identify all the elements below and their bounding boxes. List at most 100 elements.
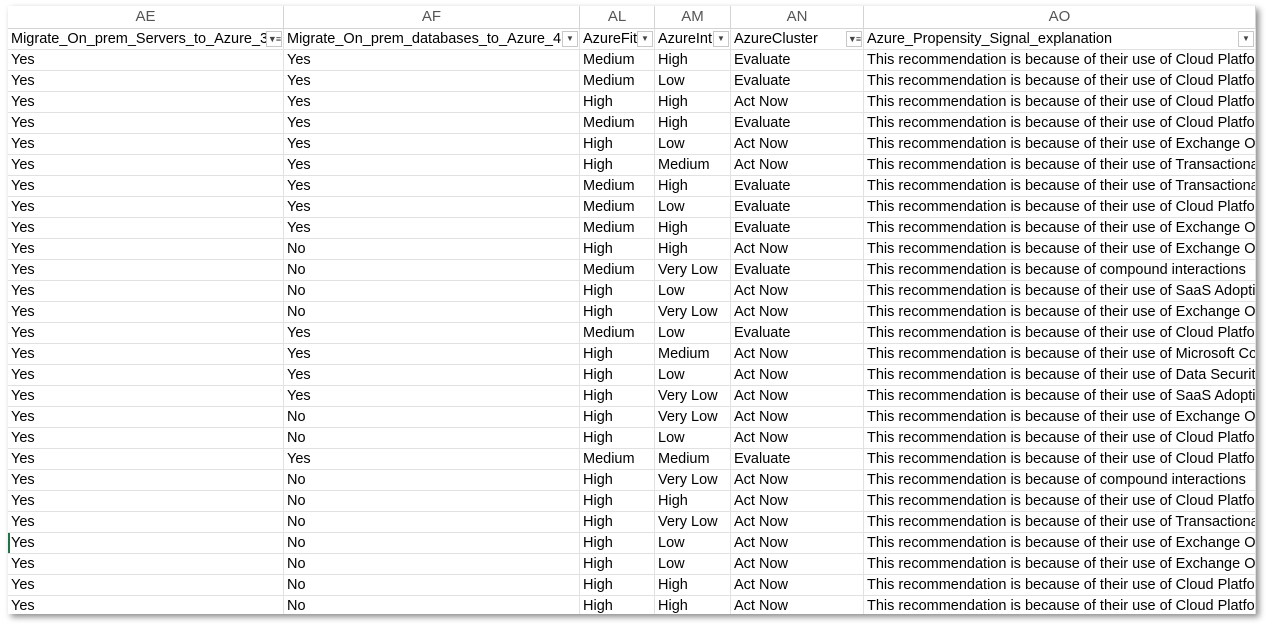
table-cell[interactable]: Yes bbox=[284, 176, 580, 197]
table-cell[interactable]: This recommendation is because of compou… bbox=[864, 260, 1256, 281]
column-letter-ae[interactable]: AE bbox=[8, 6, 284, 28]
table-cell[interactable]: This recommendation is because of their … bbox=[864, 92, 1256, 113]
table-cell[interactable]: This recommendation is because of their … bbox=[864, 239, 1256, 260]
table-cell[interactable]: This recommendation is because of their … bbox=[864, 344, 1256, 365]
table-cell[interactable]: No bbox=[284, 407, 580, 428]
table-cell[interactable]: Yes bbox=[284, 134, 580, 155]
table-cell[interactable]: Very Low bbox=[655, 386, 731, 407]
table-cell[interactable]: Act Now bbox=[731, 344, 864, 365]
table-cell[interactable]: High bbox=[580, 281, 655, 302]
table-cell[interactable]: Medium bbox=[655, 449, 731, 470]
header-cell[interactable]: AzureFit ▼ bbox=[580, 29, 655, 50]
table-cell[interactable]: This recommendation is because of their … bbox=[864, 428, 1256, 449]
table-cell[interactable]: This recommendation is because of their … bbox=[864, 218, 1256, 239]
table-cell[interactable]: High bbox=[580, 155, 655, 176]
table-cell[interactable]: Yes bbox=[8, 470, 284, 491]
table-cell[interactable]: No bbox=[284, 512, 580, 533]
table-cell[interactable]: Very Low bbox=[655, 260, 731, 281]
table-cell[interactable]: Yes bbox=[8, 155, 284, 176]
dropdown-arrow-icon[interactable]: ▼ bbox=[1238, 31, 1254, 47]
table-cell[interactable]: Yes bbox=[8, 596, 284, 614]
table-cell[interactable]: Low bbox=[655, 533, 731, 554]
table-cell[interactable]: Evaluate bbox=[731, 323, 864, 344]
dropdown-arrow-icon[interactable]: ▼ bbox=[637, 31, 653, 47]
table-cell[interactable]: This recommendation is because of their … bbox=[864, 365, 1256, 386]
table-cell[interactable]: No bbox=[284, 428, 580, 449]
table-cell[interactable]: Low bbox=[655, 197, 731, 218]
table-cell[interactable]: Low bbox=[655, 428, 731, 449]
table-cell[interactable]: High bbox=[580, 365, 655, 386]
table-cell[interactable]: Act Now bbox=[731, 302, 864, 323]
table-cell[interactable]: Medium bbox=[655, 155, 731, 176]
table-cell[interactable]: Act Now bbox=[731, 491, 864, 512]
table-cell[interactable]: Yes bbox=[8, 176, 284, 197]
table-cell[interactable]: No bbox=[284, 470, 580, 491]
table-cell[interactable]: High bbox=[655, 596, 731, 614]
table-cell[interactable]: High bbox=[580, 134, 655, 155]
table-cell[interactable]: This recommendation is because of compou… bbox=[864, 470, 1256, 491]
table-cell[interactable]: Yes bbox=[284, 197, 580, 218]
table-cell[interactable]: Yes bbox=[8, 554, 284, 575]
table-cell[interactable]: Medium bbox=[580, 113, 655, 134]
table-cell[interactable]: No bbox=[284, 302, 580, 323]
table-cell[interactable]: High bbox=[580, 428, 655, 449]
table-cell[interactable]: Act Now bbox=[731, 134, 864, 155]
table-cell[interactable]: This recommendation is because of their … bbox=[864, 113, 1256, 134]
table-cell[interactable]: Medium bbox=[580, 218, 655, 239]
table-cell[interactable]: Evaluate bbox=[731, 218, 864, 239]
column-letter-am[interactable]: AM bbox=[655, 6, 731, 28]
table-cell[interactable]: This recommendation is because of their … bbox=[864, 323, 1256, 344]
table-cell[interactable]: This recommendation is because of their … bbox=[864, 575, 1256, 596]
table-cell[interactable]: High bbox=[580, 239, 655, 260]
table-cell[interactable]: Yes bbox=[284, 323, 580, 344]
table-cell[interactable]: Yes bbox=[8, 50, 284, 71]
dropdown-arrow-icon[interactable]: ▼ bbox=[713, 31, 729, 47]
table-cell[interactable]: Yes bbox=[8, 260, 284, 281]
table-cell[interactable]: High bbox=[655, 239, 731, 260]
table-cell[interactable]: High bbox=[655, 491, 731, 512]
column-letter-an[interactable]: AN bbox=[731, 6, 864, 28]
table-cell[interactable]: Yes bbox=[8, 449, 284, 470]
table-cell[interactable]: Low bbox=[655, 323, 731, 344]
table-cell[interactable]: Yes bbox=[284, 218, 580, 239]
table-cell[interactable]: No bbox=[284, 239, 580, 260]
table-cell[interactable]: Evaluate bbox=[731, 71, 864, 92]
table-cell[interactable]: This recommendation is because of their … bbox=[864, 71, 1256, 92]
table-cell[interactable]: High bbox=[580, 302, 655, 323]
table-cell[interactable]: This recommendation is because of their … bbox=[864, 176, 1256, 197]
table-cell[interactable]: High bbox=[655, 113, 731, 134]
table-cell[interactable]: Yes bbox=[284, 92, 580, 113]
table-cell[interactable]: Evaluate bbox=[731, 113, 864, 134]
table-cell[interactable]: High bbox=[580, 596, 655, 614]
table-cell[interactable]: High bbox=[580, 92, 655, 113]
table-cell[interactable]: High bbox=[580, 407, 655, 428]
table-cell[interactable]: Low bbox=[655, 134, 731, 155]
table-cell[interactable]: High bbox=[580, 470, 655, 491]
table-cell[interactable]: Medium bbox=[580, 50, 655, 71]
table-cell[interactable]: Yes bbox=[284, 365, 580, 386]
table-cell[interactable]: Evaluate bbox=[731, 50, 864, 71]
table-cell[interactable]: No bbox=[284, 533, 580, 554]
table-cell[interactable]: Yes bbox=[8, 302, 284, 323]
table-cell[interactable]: Act Now bbox=[731, 512, 864, 533]
table-cell[interactable]: Yes bbox=[8, 428, 284, 449]
table-cell[interactable]: High bbox=[580, 512, 655, 533]
table-cell[interactable]: This recommendation is because of their … bbox=[864, 407, 1256, 428]
table-cell[interactable]: Yes bbox=[284, 155, 580, 176]
table-cell[interactable]: Act Now bbox=[731, 470, 864, 491]
table-cell[interactable]: Yes bbox=[284, 386, 580, 407]
header-cell[interactable]: AzureInt ▼ bbox=[655, 29, 731, 50]
table-cell[interactable]: Medium bbox=[655, 344, 731, 365]
table-cell[interactable]: Yes bbox=[8, 197, 284, 218]
table-cell[interactable]: No bbox=[284, 575, 580, 596]
header-cell[interactable]: Migrate_On_prem_Servers_to_Azure_3 ▼≡ bbox=[8, 29, 284, 50]
table-cell[interactable]: Very Low bbox=[655, 302, 731, 323]
column-letter-ao[interactable]: AO bbox=[864, 6, 1256, 28]
table-cell[interactable]: Yes bbox=[8, 323, 284, 344]
table-cell[interactable]: No bbox=[284, 554, 580, 575]
table-cell[interactable]: High bbox=[580, 554, 655, 575]
table-cell[interactable]: Yes bbox=[284, 449, 580, 470]
table-cell[interactable]: Evaluate bbox=[731, 197, 864, 218]
table-cell[interactable]: Act Now bbox=[731, 92, 864, 113]
table-cell[interactable]: High bbox=[655, 50, 731, 71]
